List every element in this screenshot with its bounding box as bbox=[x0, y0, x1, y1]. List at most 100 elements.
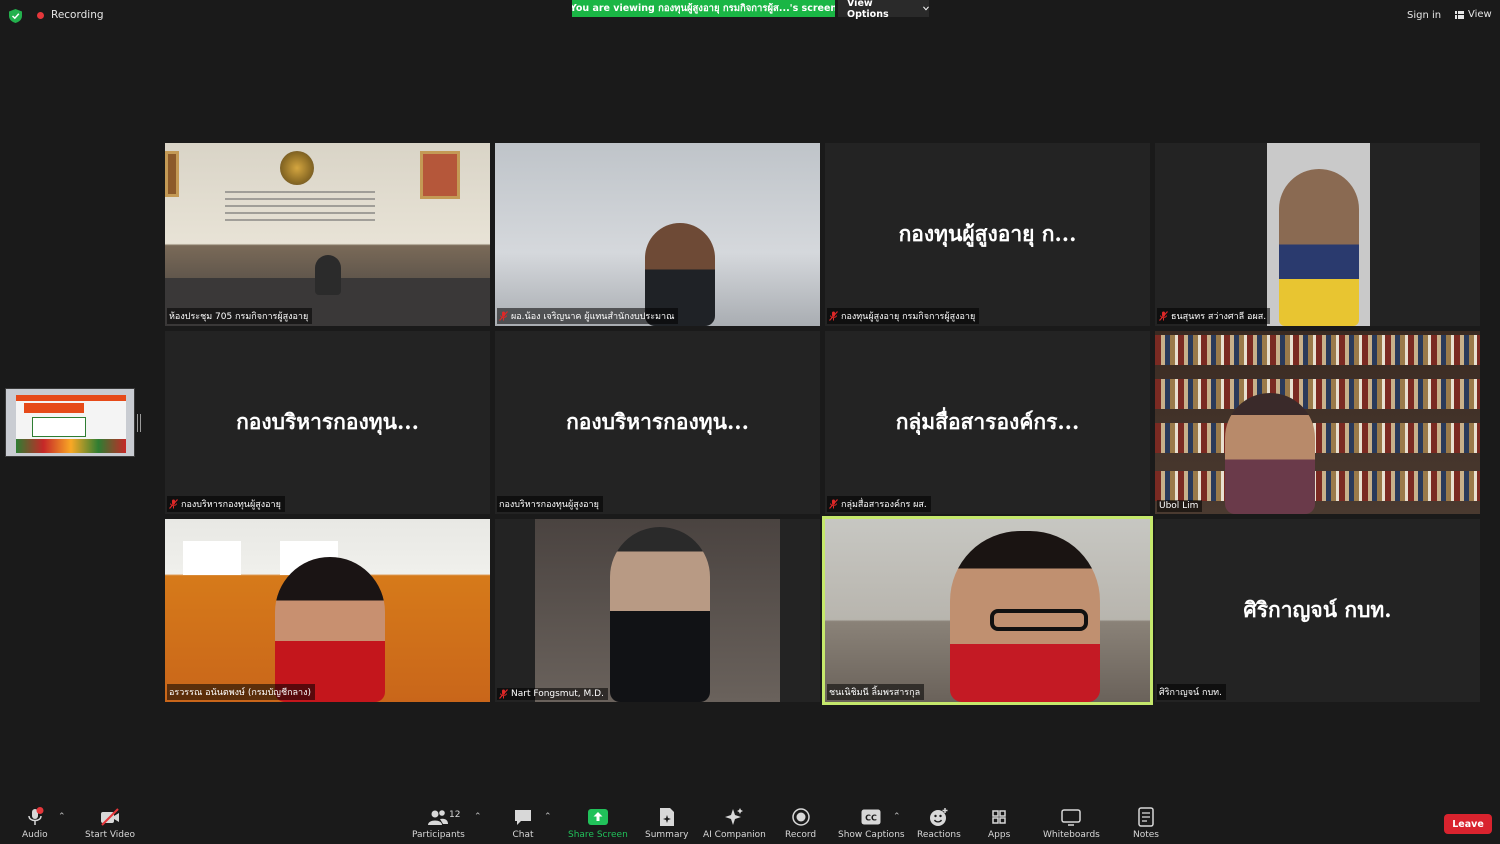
participant-video bbox=[825, 519, 1150, 702]
record-button[interactable]: Record bbox=[785, 806, 816, 840]
ai-companion-button[interactable]: AI Companion bbox=[703, 806, 766, 840]
audio-label: Audio bbox=[22, 830, 48, 840]
mic-off-icon bbox=[499, 311, 508, 321]
participant-name: กองบริหารกองทุนผู้สูงอายุ bbox=[499, 500, 599, 510]
audio-button[interactable]: Audio bbox=[22, 806, 48, 840]
participant-name: กองทุนผู้สูงอายุ กรมกิจการผู้สูงอายุ bbox=[841, 312, 976, 322]
notes-button[interactable]: Notes bbox=[1133, 806, 1159, 840]
chat-label: Chat bbox=[512, 830, 534, 840]
participant-name: ธนสุนทร สว่างศาลี อผส. bbox=[1171, 312, 1267, 322]
participant-name: Nart Fongsmut, M.D. bbox=[511, 689, 604, 699]
view-label: View bbox=[1468, 9, 1492, 20]
chat-button[interactable]: Chat bbox=[512, 806, 534, 840]
mic-off-icon bbox=[169, 499, 178, 509]
share-screen-icon bbox=[587, 809, 608, 825]
slide-content-box bbox=[32, 417, 86, 437]
mic-icon bbox=[28, 807, 44, 825]
record-icon bbox=[791, 808, 810, 826]
view-options-button[interactable]: View Options bbox=[838, 0, 929, 20]
start-video-button[interactable]: Start Video bbox=[85, 806, 135, 840]
view-button[interactable]: View bbox=[1455, 9, 1492, 20]
mic-off-icon bbox=[499, 689, 508, 699]
notes-label: Notes bbox=[1133, 830, 1159, 840]
participant-tile[interactable]: กลุ่มสื่อสารองค์กร... กลุ่มสื่อสารองค์กร… bbox=[825, 331, 1150, 514]
chat-icon bbox=[515, 810, 531, 825]
leave-button[interactable]: Leave bbox=[1444, 814, 1492, 834]
participant-tile[interactable]: ผอ.น้อง เจริญนาค ผู้แทนสำนักงบประมาณ bbox=[495, 143, 820, 326]
apps-label: Apps bbox=[988, 830, 1011, 840]
audio-options-caret[interactable]: ⌃ bbox=[58, 812, 66, 822]
participant-name: อรวรรณ อนันตพงษ์ (กรมบัญชีกลาง) bbox=[169, 688, 311, 698]
participants-options-caret[interactable]: ⌃ bbox=[474, 812, 482, 822]
participant-name-tag: กองบริหารกองทุนผู้สูงอายุ bbox=[167, 496, 285, 512]
participant-name-tag: ผอ.น้อง เจริญนาค ผู้แทนสำนักงบประมาณ bbox=[497, 308, 679, 324]
participant-name: กองบริหารกองทุนผู้สูงอายุ bbox=[181, 500, 281, 510]
chevron-down-icon bbox=[923, 6, 929, 11]
recording-indicator bbox=[37, 12, 44, 19]
view-options-label: View Options bbox=[847, 0, 889, 20]
participant-tile[interactable]: กองบริหารกองทุน... กองบริหารกองทุนผู้สูง… bbox=[165, 331, 490, 514]
participant-display-name: ศิริกาญจน์ กบท. bbox=[1243, 597, 1392, 622]
participant-tile[interactable]: Ubol Lim bbox=[1155, 331, 1480, 514]
participant-tile[interactable]: ห้องประชุม 705 กรมกิจการผู้สูงอายุ bbox=[165, 143, 490, 326]
participant-tile[interactable]: อรวรรณ อนันตพงษ์ (กรมบัญชีกลาง) bbox=[165, 519, 490, 702]
summary-button[interactable]: Summary bbox=[645, 806, 689, 840]
video-off-icon bbox=[101, 808, 120, 826]
participant-video bbox=[1155, 331, 1480, 514]
apps-button[interactable]: Apps bbox=[988, 806, 1010, 840]
participant-tile-active-speaker[interactable]: ชนเนิชิมนี ลิ้มพรสารกุล bbox=[822, 516, 1153, 705]
participant-tile[interactable]: ศิริกาญจน์ กบท. ศิริกาญจน์ กบท. bbox=[1155, 519, 1480, 702]
whiteboards-button[interactable]: Whiteboards bbox=[1043, 806, 1100, 840]
participant-name-tag: ธนสุนทร สว่างศาลี อผส. bbox=[1157, 308, 1271, 324]
participants-count: 12 bbox=[449, 810, 461, 820]
participant-tile[interactable]: กองบริหารกองทุน... กองบริหารกองทุนผู้สูง… bbox=[495, 331, 820, 514]
participant-video bbox=[165, 143, 490, 326]
participant-name: กลุ่มสื่อสารองค์กร ผส. bbox=[841, 500, 927, 510]
participant-display-name: กองทุนผู้สูงอายุ ก... bbox=[898, 221, 1077, 246]
participant-display-name: กองบริหารกองทุน... bbox=[566, 409, 749, 434]
record-label: Record bbox=[785, 830, 817, 840]
participant-name: ผอ.น้อง เจริญนาค ผู้แทนสำนักงบประมาณ bbox=[511, 312, 675, 322]
participants-icon bbox=[428, 810, 449, 825]
mic-off-icon bbox=[829, 499, 838, 509]
participant-name-tag: ห้องประชุม 705 กรมกิจการผู้สูงอายุ bbox=[167, 308, 313, 324]
participant-name-tag: กลุ่มสื่อสารองค์กร ผส. bbox=[827, 496, 931, 512]
captions-options-caret[interactable]: ⌃ bbox=[893, 812, 901, 822]
participant-name-tag: ชนเนิชิมนี ลิ้มพรสารกุล bbox=[827, 684, 925, 700]
participant-video bbox=[535, 519, 780, 702]
shield-icon[interactable] bbox=[9, 9, 22, 23]
participant-name-tag: กองบริหารกองทุนผู้สูงอายุ bbox=[497, 496, 603, 512]
participant-tile[interactable]: Nart Fongsmut, M.D. bbox=[495, 519, 820, 702]
viewing-screen-banner: You are viewing กองทุนผู้สูงอายุ กรมกิจก… bbox=[572, 0, 835, 17]
participant-tile[interactable]: ธนสุนทร สว่างศาลี อผส. bbox=[1155, 143, 1480, 326]
participant-name-tag: อรวรรณ อนันตพงษ์ (กรมบัญชีกลาง) bbox=[167, 684, 315, 700]
participant-video bbox=[165, 519, 490, 702]
mic-off-icon bbox=[1159, 311, 1168, 321]
thumbnail-resize-handle[interactable] bbox=[137, 414, 141, 432]
participants-label: Participants bbox=[412, 830, 465, 840]
reactions-icon bbox=[929, 808, 948, 826]
ai-companion-label: AI Companion bbox=[703, 830, 766, 840]
share-screen-button[interactable]: Share Screen bbox=[568, 806, 628, 840]
participant-display-name: กองบริหารกองทุน... bbox=[236, 409, 419, 434]
shared-screen-thumbnail[interactable] bbox=[5, 388, 135, 457]
participant-video bbox=[495, 143, 820, 326]
captions-icon: CC bbox=[861, 809, 881, 825]
participant-name-tag: Nart Fongsmut, M.D. bbox=[497, 688, 608, 700]
participant-tile[interactable]: กองทุนผู้สูงอายุ ก... กองทุนผู้สูงอายุ ก… bbox=[825, 143, 1150, 326]
chat-options-caret[interactable]: ⌃ bbox=[544, 812, 552, 822]
sign-in-link[interactable]: Sign in bbox=[1407, 10, 1441, 21]
participant-video bbox=[1267, 143, 1370, 326]
slide-decoration bbox=[16, 439, 126, 453]
participant-name: ห้องประชุม 705 กรมกิจการผู้สูงอายุ bbox=[169, 312, 309, 322]
summary-icon bbox=[659, 808, 674, 826]
participant-name: ชนเนิชิมนี ลิ้มพรสารกุล bbox=[829, 688, 921, 698]
share-screen-label: Share Screen bbox=[568, 830, 628, 840]
grid-icon bbox=[1455, 10, 1464, 19]
gallery-grid: ห้องประชุม 705 กรมกิจการผู้สูงอายุ ผอ.น้… bbox=[165, 143, 1480, 705]
participant-name-tag: Ubol Lim bbox=[1157, 500, 1203, 512]
reactions-button[interactable]: Reactions bbox=[917, 806, 961, 840]
recording-label[interactable]: Recording bbox=[51, 9, 104, 21]
whiteboards-label: Whiteboards bbox=[1043, 830, 1100, 840]
participant-name: ศิริกาญจน์ กบท. bbox=[1159, 688, 1222, 698]
